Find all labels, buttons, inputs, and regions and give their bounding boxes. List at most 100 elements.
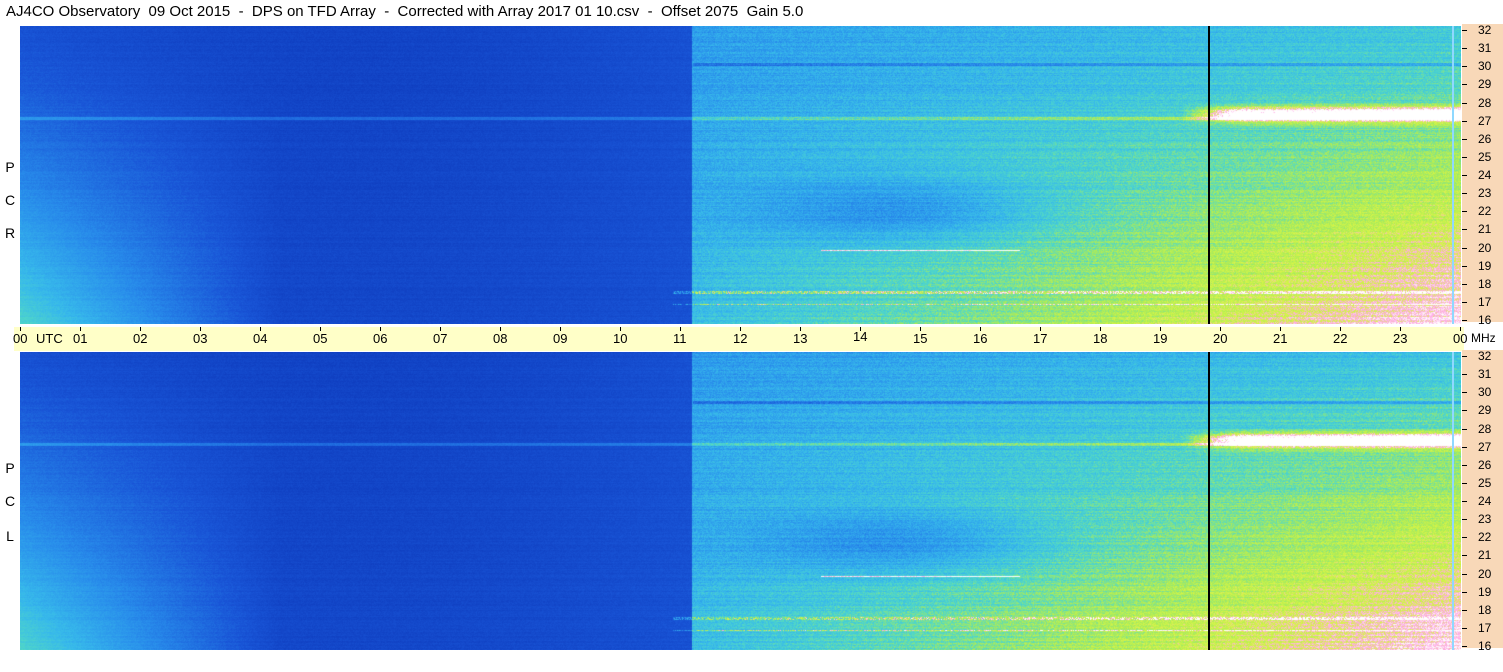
freq-tick-mark — [1462, 501, 1467, 502]
panel-letter: C — [4, 192, 16, 208]
time-tick-mark — [860, 327, 861, 331]
freq-tick-label: 27 — [1478, 113, 1492, 128]
time-tick-label: 08 — [493, 331, 508, 346]
time-tick-mark — [500, 327, 501, 331]
freq-tick-label: 21 — [1478, 222, 1492, 237]
mhz-label: MHz — [1471, 331, 1496, 345]
freq-tick-label: 17 — [1478, 294, 1492, 309]
time-tick-mark — [1160, 327, 1161, 331]
freq-tick-mark — [1462, 265, 1467, 267]
freq-tick-mark — [1462, 320, 1467, 321]
freq-tick-mark — [1462, 591, 1467, 593]
freq-tick-mark — [1462, 573, 1467, 575]
time-tick-label: 00 — [1453, 331, 1468, 346]
time-tick-mark — [920, 327, 921, 331]
time-tick-mark — [1040, 327, 1041, 331]
time-tick-label: 03 — [193, 331, 208, 346]
freq-tick-mark — [1462, 156, 1467, 158]
freq-tick-mark — [1462, 519, 1467, 521]
freq-tick-mark — [1462, 537, 1467, 539]
time-tick-mark — [1280, 327, 1281, 331]
freq-tick-mark — [1462, 627, 1467, 629]
freq-tick-label: 23 — [1478, 512, 1492, 527]
freq-tick-mark — [1462, 374, 1467, 376]
spectrogram-lcp — [20, 352, 1461, 650]
time-tick-label: 07 — [433, 331, 448, 346]
freq-tick-label: 28 — [1478, 421, 1492, 436]
freq-tick-label: 16 — [1478, 639, 1492, 653]
freq-tick-label: 16 — [1478, 313, 1492, 327]
time-tick-mark — [1100, 327, 1101, 331]
time-tick-mark — [620, 327, 621, 331]
freq-tick-mark — [1462, 30, 1467, 31]
time-tick-label: 04 — [253, 331, 268, 346]
freq-tick-mark — [1462, 48, 1467, 50]
freq-tick-label: 31 — [1478, 367, 1492, 382]
freq-tick-mark — [1462, 283, 1467, 285]
freq-tick-label: 23 — [1478, 186, 1492, 201]
time-tick-label: 15 — [913, 331, 928, 346]
panel-letter: R — [4, 225, 16, 241]
freq-tick-label: 22 — [1478, 204, 1492, 219]
freq-tick-label: 27 — [1478, 439, 1492, 454]
freq-tick-mark — [1462, 609, 1467, 611]
chart-title: AJ4CO Observatory 09 Oct 2015 - DPS on T… — [6, 3, 804, 20]
freq-tick-mark — [1462, 84, 1467, 86]
freq-tick-label: 30 — [1478, 59, 1492, 74]
freq-tick-mark — [1462, 301, 1467, 303]
panel-label-lcp: P C L — [0, 352, 20, 650]
freq-tick-label: 31 — [1478, 41, 1492, 56]
time-tick-mark — [80, 327, 81, 331]
freq-tick-mark — [1462, 175, 1467, 176]
time-tick-mark — [140, 327, 141, 331]
time-tick-label: 00 — [13, 331, 28, 346]
freq-tick-label: 20 — [1478, 240, 1492, 255]
freq-tick-label: 24 — [1478, 494, 1492, 508]
freq-tick-mark — [1462, 356, 1467, 357]
time-tick-label: 01 — [73, 331, 88, 346]
time-tick-mark — [20, 327, 21, 331]
freq-tick-label: 18 — [1478, 276, 1492, 291]
freq-tick-label: 26 — [1478, 457, 1492, 472]
freq-tick-label: 22 — [1478, 530, 1492, 545]
freq-tick-mark — [1462, 555, 1467, 557]
time-tick-label: 12 — [733, 331, 748, 346]
time-tick-mark — [560, 327, 561, 331]
freq-tick-label: 21 — [1478, 548, 1492, 563]
time-tick-mark — [680, 327, 681, 331]
time-tick-mark — [440, 327, 441, 331]
pane-border — [1452, 26, 1454, 324]
freq-tick-mark — [1462, 464, 1467, 466]
time-tick-mark — [800, 327, 801, 331]
freq-tick-mark — [1462, 247, 1467, 249]
freq-tick-mark — [1462, 410, 1467, 412]
freq-tick-mark — [1462, 229, 1467, 231]
time-tick-label: 21 — [1273, 331, 1288, 346]
panel-letter: L — [6, 528, 14, 544]
freq-tick-label: 26 — [1478, 131, 1492, 146]
freq-tick-label: 29 — [1478, 77, 1492, 92]
time-marker-line — [1208, 352, 1210, 650]
freq-tick-mark — [1462, 102, 1467, 104]
freq-tick-mark — [1462, 66, 1467, 68]
time-tick-mark — [1340, 327, 1341, 331]
time-tick-mark — [980, 327, 981, 331]
freq-tick-label: 24 — [1478, 168, 1492, 182]
freq-tick-mark — [1462, 193, 1467, 195]
freq-tick-label: 19 — [1478, 258, 1492, 273]
freq-tick-label: 32 — [1478, 23, 1492, 37]
freq-tick-mark — [1462, 482, 1467, 484]
freq-tick-mark — [1462, 646, 1467, 647]
time-tick-label: 09 — [553, 331, 568, 346]
freq-tick-mark — [1462, 446, 1467, 448]
time-tick-label: 19 — [1153, 331, 1168, 346]
panel-letter: C — [4, 493, 16, 509]
time-tick-mark — [320, 327, 321, 331]
freq-tick-label: 30 — [1478, 385, 1492, 400]
freq-tick-mark — [1462, 211, 1467, 213]
time-tick-label: 20 — [1213, 331, 1228, 346]
freq-tick-label: 25 — [1478, 149, 1492, 164]
panel-letter: P — [5, 460, 15, 476]
utc-label: UTC — [36, 331, 63, 346]
freq-tick-label: 20 — [1478, 566, 1492, 581]
